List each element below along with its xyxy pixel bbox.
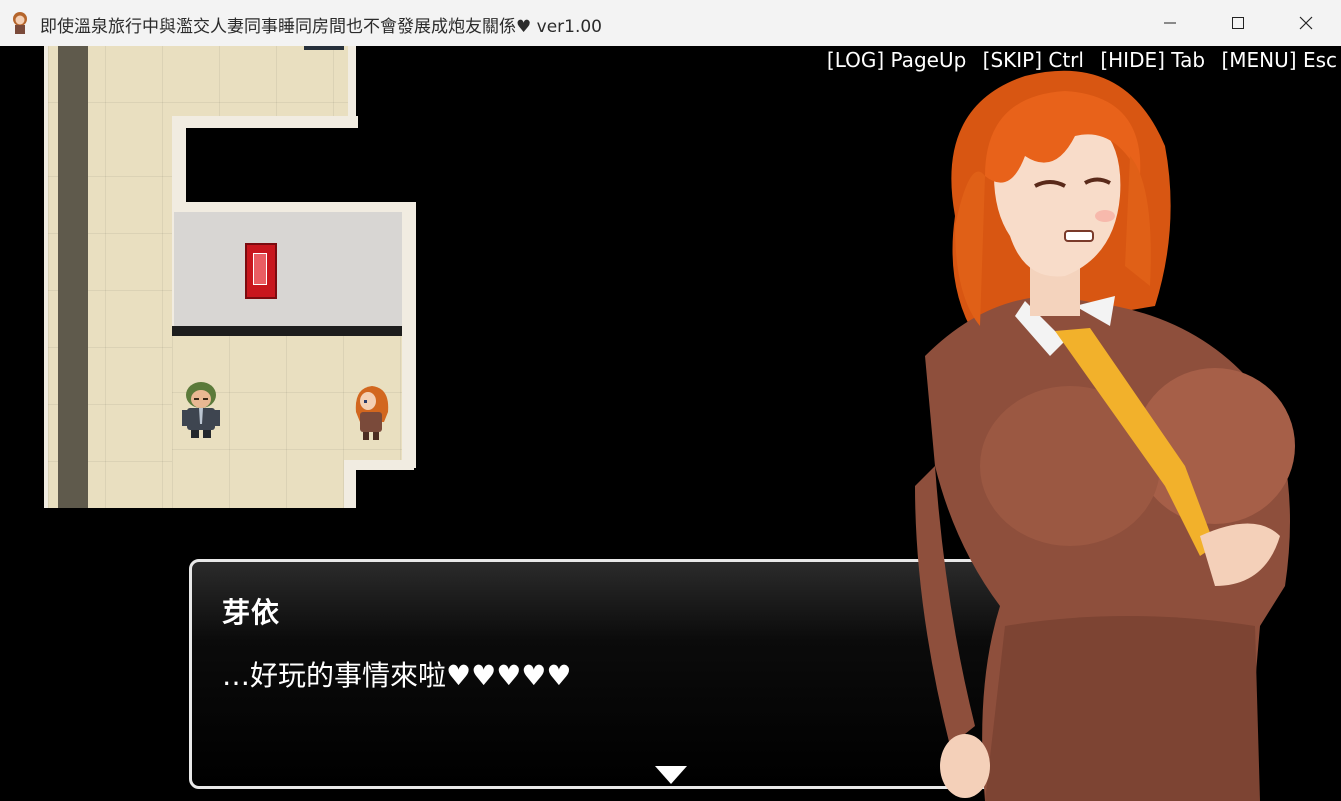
female-character-sprite[interactable]: [350, 382, 394, 440]
void-top-right: [356, 46, 416, 124]
minimize-icon: [1164, 22, 1176, 24]
dialog-text: …好玩的事情來啦♥♥♥♥♥: [222, 659, 572, 692]
maximize-icon: [1232, 17, 1244, 29]
map-shadow-strip: [58, 46, 88, 508]
floor-bottom-ext: [172, 466, 344, 508]
character-portrait: [915, 70, 1295, 801]
speaker-name: 芽依: [222, 596, 281, 629]
wall-notch-left: [172, 116, 186, 208]
door-top: [304, 46, 344, 50]
app-icon: [13, 12, 27, 34]
corridor-edge: [172, 326, 402, 336]
wall-right: [402, 202, 416, 468]
void-notch: [186, 126, 416, 202]
fire-extinguisher-box: [245, 243, 277, 299]
corridor-wall: [174, 212, 402, 326]
minimize-button[interactable]: [1136, 0, 1204, 46]
wall-step-v: [344, 460, 356, 508]
maximize-button[interactable]: [1204, 0, 1272, 46]
game-screen[interactable]: [LOG] PageUp [SKIP] Ctrl [HIDE] Tab [MEN…: [0, 46, 1341, 801]
male-character-sprite[interactable]: [178, 380, 224, 438]
close-icon: [1299, 16, 1313, 30]
void-bottom-right: [356, 468, 416, 508]
close-button[interactable]: [1272, 0, 1340, 46]
title-bar[interactable]: 即使溫泉旅行中與濫交人妻同事睡同房間也不會發展成炮友關係♥ ver1.00: [0, 0, 1341, 47]
continue-arrow-icon[interactable]: [655, 766, 687, 784]
game-window: 即使溫泉旅行中與濫交人妻同事睡同房間也不會發展成炮友關係♥ ver1.00 [L…: [0, 0, 1341, 801]
window-title: 即使溫泉旅行中與濫交人妻同事睡同房間也不會發展成炮友關係♥ ver1.00: [40, 17, 603, 37]
wall-notch-top: [172, 116, 358, 128]
wall-notch-bottom: [172, 202, 416, 212]
floor-top: [48, 46, 348, 120]
